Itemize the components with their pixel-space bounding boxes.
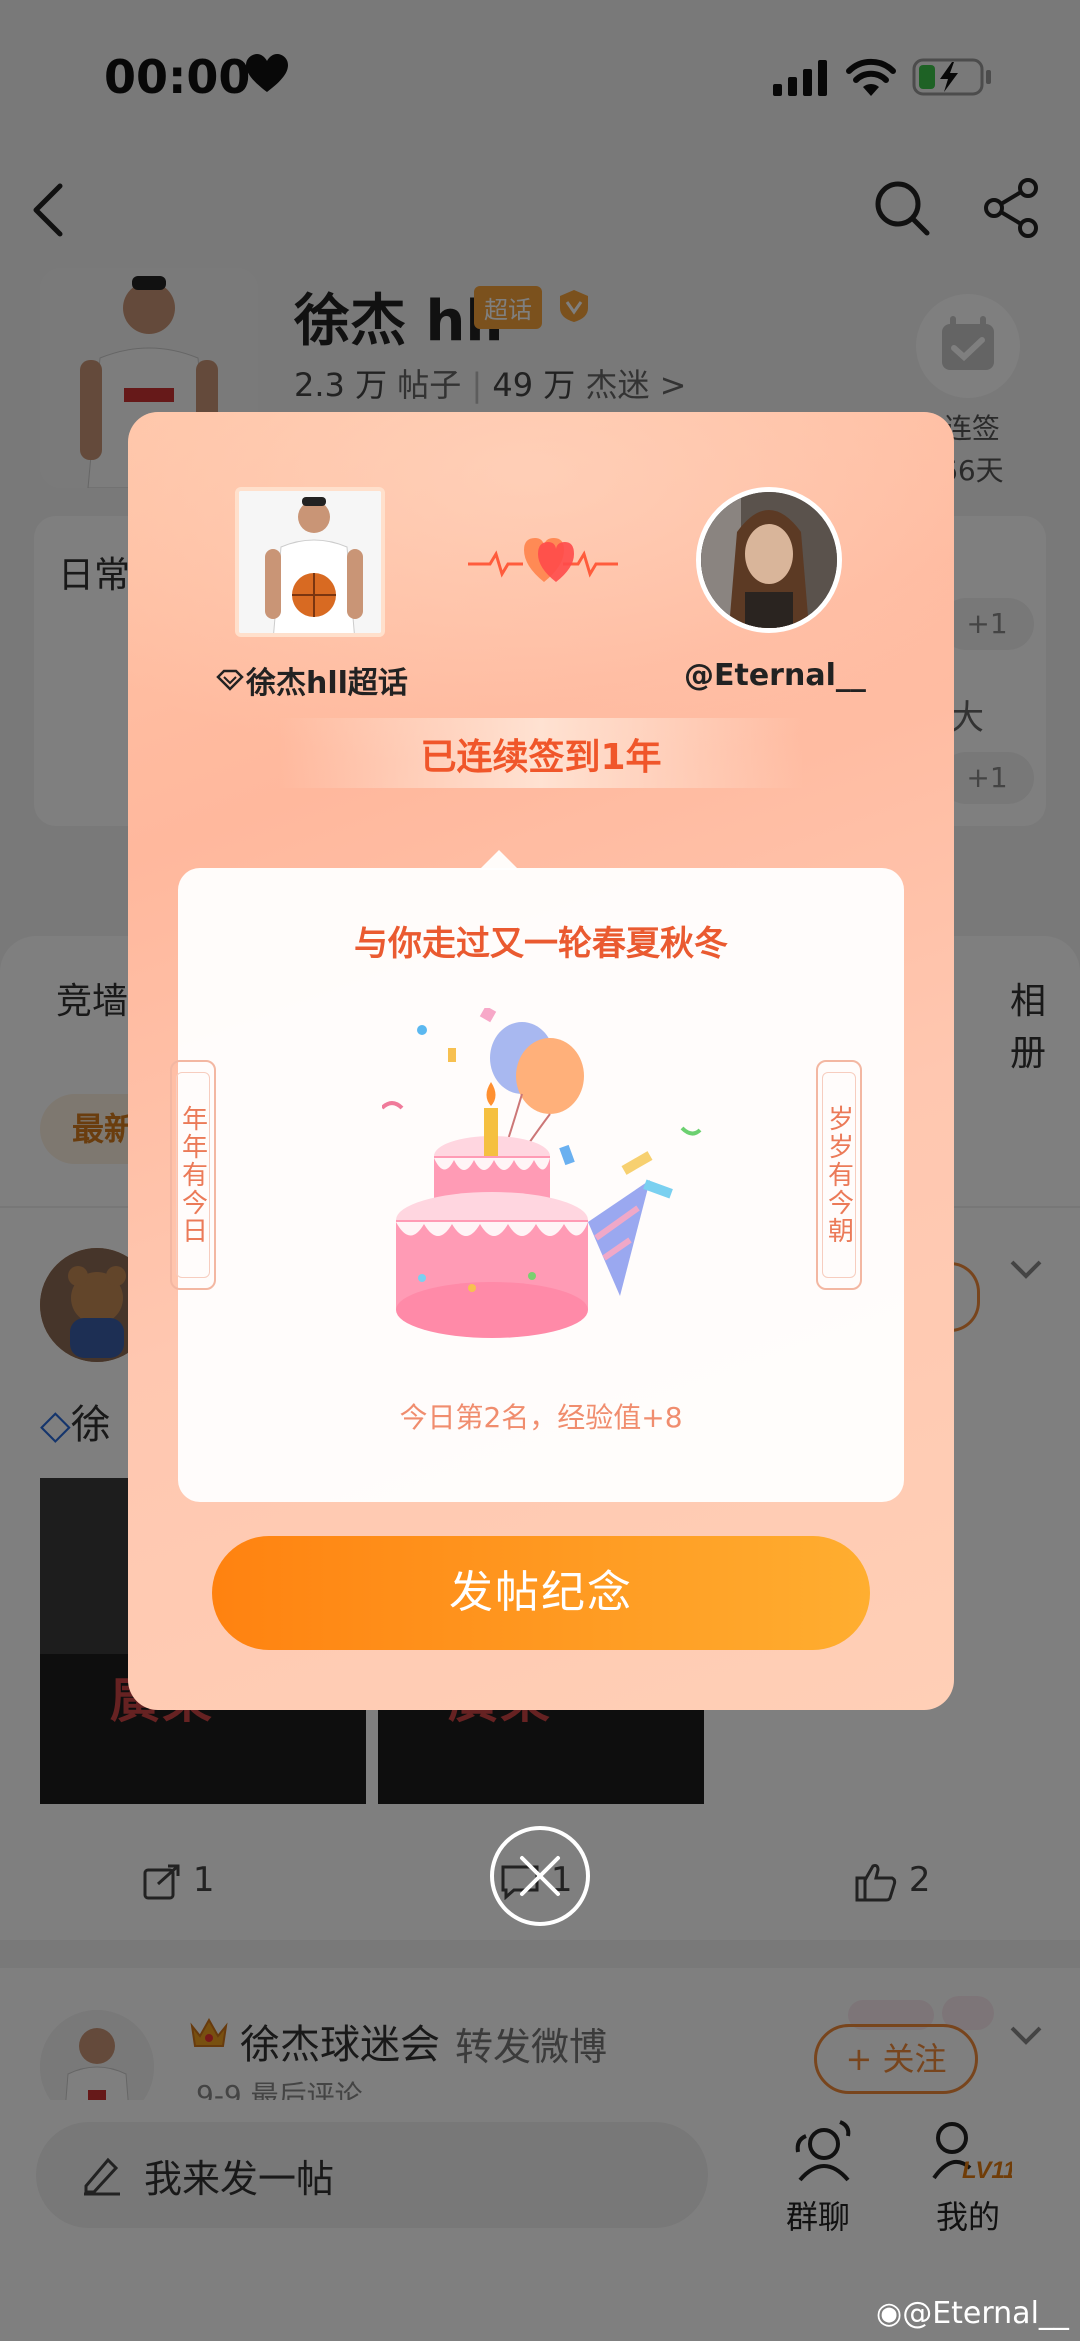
cake-icon [382,1008,702,1338]
card-title: 与你走过又一轮春夏秋冬 [354,924,728,964]
close-icon [520,1856,560,1896]
rank-text: 今日第2名，经验值+8 [399,1401,683,1434]
diamond-icon [216,669,244,691]
super-topic-avatar [235,487,385,637]
checkin-anniversary-modal: 徐杰hll超话 @Eternal__ 已连续签到1年 与你走过又一轮春夏秋冬 年… [128,412,954,1710]
super-topic-name-text: 徐杰hll超话 [246,666,408,701]
watermark: ◉@Eternal__ [876,2296,1069,2331]
heartbeat-icon [468,538,618,582]
user-photo [701,492,837,628]
card-notch [479,850,519,870]
close-button[interactable] [490,1826,590,1926]
scroll-right-border [822,1072,856,1278]
streak-text: 已连续签到1年 [420,737,662,778]
user-name: @Eternal__ [684,658,866,693]
user-avatar [696,487,842,633]
watermark-text: @Eternal__ [902,2296,1069,2331]
player-photo [239,491,381,633]
super-topic-name[interactable]: 徐杰hll超话 [216,658,408,702]
weibo-icon: ◉ [876,2296,903,2331]
scroll-left-border [176,1072,210,1278]
post-commemorate-button[interactable]: 发帖纪念 [212,1536,870,1650]
